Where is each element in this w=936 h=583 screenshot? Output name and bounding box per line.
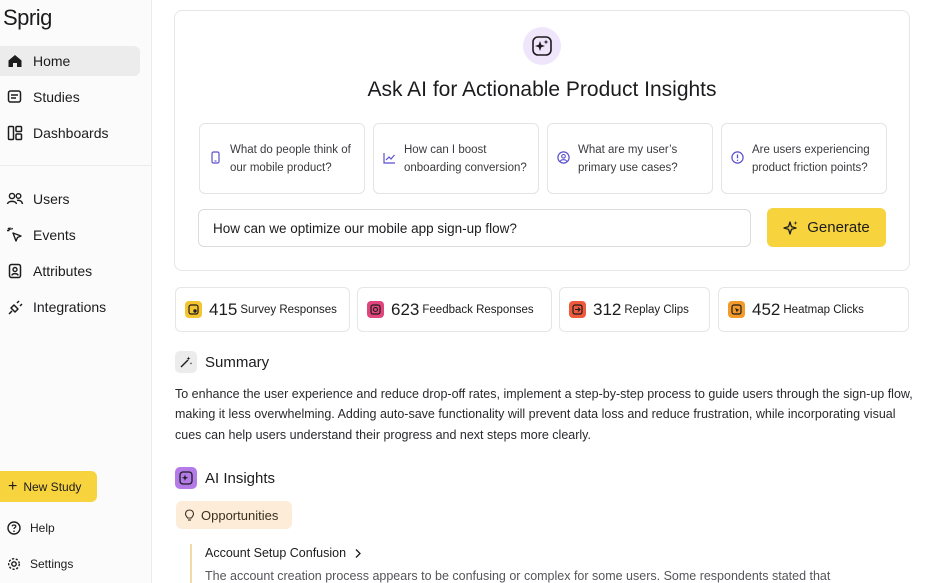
stat-label: Replay Clips	[624, 303, 689, 316]
suggestion-card-friction[interactable]: Are users experiencing product friction …	[721, 123, 887, 194]
survey-icon	[185, 301, 202, 318]
help-icon	[6, 520, 22, 536]
sidebar-divider	[0, 165, 152, 166]
ai-insights-title: AI Insights	[205, 469, 276, 487]
sidebar-item-dashboards[interactable]: Dashboards	[0, 118, 140, 148]
ai-query-input[interactable]	[198, 209, 751, 247]
insight-description: The account creation process appears to …	[205, 569, 831, 583]
sidebar: Sprig Home Studies Dashboards Users Even…	[0, 0, 152, 583]
ai-insights-heading: AI Insights	[175, 467, 275, 489]
home-icon	[5, 51, 25, 71]
users-icon	[5, 189, 25, 209]
stat-label: Feedback Responses	[422, 303, 534, 316]
insight-accent-bar	[190, 544, 192, 583]
insight-title-link[interactable]: Account Setup Confusion	[205, 546, 362, 560]
stat-label: Survey Responses	[240, 303, 337, 316]
generate-label: Generate	[807, 219, 870, 236]
replay-icon	[569, 301, 586, 318]
insight-title: Account Setup Confusion	[205, 546, 347, 560]
sidebar-item-label: Help	[30, 521, 55, 535]
suggestion-text: What are my user’s primary use cases?	[578, 144, 678, 174]
lightbulb-icon	[184, 508, 195, 522]
ai-sparkle-icon	[175, 467, 197, 489]
generate-button[interactable]: Generate	[767, 208, 886, 247]
attributes-icon	[5, 261, 25, 281]
stat-feedback-responses[interactable]: 623 Feedback Responses	[357, 287, 552, 332]
new-study-button[interactable]: + New Study	[0, 471, 97, 502]
sidebar-item-studies[interactable]: Studies	[0, 82, 140, 112]
sidebar-item-label: Events	[33, 227, 76, 243]
heatmap-icon	[728, 301, 745, 318]
alert-circle-icon	[731, 151, 744, 164]
stat-heatmap-clicks[interactable]: 452 Heatmap Clicks	[718, 287, 909, 332]
mobile-icon	[209, 151, 222, 164]
stat-label: Heatmap Clicks	[783, 303, 864, 316]
opportunities-tag[interactable]: Opportunities	[176, 501, 292, 529]
sparkle-icon	[783, 220, 799, 236]
ai-panel-title: Ask AI for Actionable Product Insights	[367, 78, 717, 101]
suggestion-text: What do people think of our mobile produ…	[230, 144, 351, 174]
suggestion-text: How can I boost onboarding conversion?	[404, 144, 527, 174]
sidebar-item-label: Integrations	[33, 299, 107, 315]
trend-chart-icon	[383, 151, 396, 164]
sidebar-item-home[interactable]: Home	[0, 46, 140, 76]
events-icon	[5, 225, 25, 245]
magic-wand-icon	[175, 351, 197, 373]
suggestion-card-use-cases[interactable]: What are my user’s primary use cases?	[547, 123, 713, 194]
ask-ai-panel: Ask AI for Actionable Product Insights W…	[174, 10, 910, 271]
sidebar-item-events[interactable]: Events	[0, 220, 140, 250]
sidebar-item-label: Dashboards	[33, 125, 109, 141]
settings-icon	[6, 556, 22, 572]
integrations-icon	[5, 297, 25, 317]
sidebar-item-users[interactable]: Users	[0, 184, 140, 214]
sidebar-item-label: Attributes	[33, 263, 93, 279]
user-circle-icon	[557, 151, 570, 164]
new-study-label: New Study	[23, 479, 82, 494]
stat-value: 312	[593, 299, 622, 319]
sidebar-item-attributes[interactable]: Attributes	[0, 256, 140, 286]
sidebar-item-integrations[interactable]: Integrations	[0, 292, 140, 322]
suggestion-card-mobile[interactable]: What do people think of our mobile produ…	[199, 123, 365, 194]
sidebar-item-label: Settings	[30, 557, 74, 571]
dashboards-icon	[5, 123, 25, 143]
sidebar-item-help[interactable]: Help	[0, 517, 55, 539]
sidebar-item-label: Studies	[33, 89, 80, 105]
summary-text: To enhance the user experience and reduc…	[175, 387, 913, 442]
feedback-icon	[367, 301, 384, 318]
summary-title: Summary	[205, 353, 270, 371]
stat-value: 623	[391, 299, 420, 319]
suggestion-text: Are users experiencing product friction …	[752, 144, 870, 174]
opportunities-label: Opportunities	[201, 507, 279, 523]
plus-icon: +	[8, 477, 18, 495]
app-logo[interactable]: Sprig	[3, 5, 52, 31]
sidebar-item-label: Users	[33, 191, 70, 207]
stat-replay-clips[interactable]: 312 Replay Clips	[559, 287, 710, 332]
summary-heading: Summary	[175, 351, 269, 373]
sidebar-item-label: Home	[33, 53, 71, 69]
suggestion-card-onboarding[interactable]: How can I boost onboarding conversion?	[373, 123, 539, 194]
sparkle-icon	[523, 27, 561, 65]
chevron-right-icon	[354, 548, 362, 559]
studies-icon	[5, 87, 25, 107]
stat-survey-responses[interactable]: 415 Survey Responses	[175, 287, 350, 332]
sidebar-item-settings[interactable]: Settings	[0, 553, 73, 575]
stat-value: 415	[209, 299, 238, 319]
stat-value: 452	[752, 299, 781, 319]
